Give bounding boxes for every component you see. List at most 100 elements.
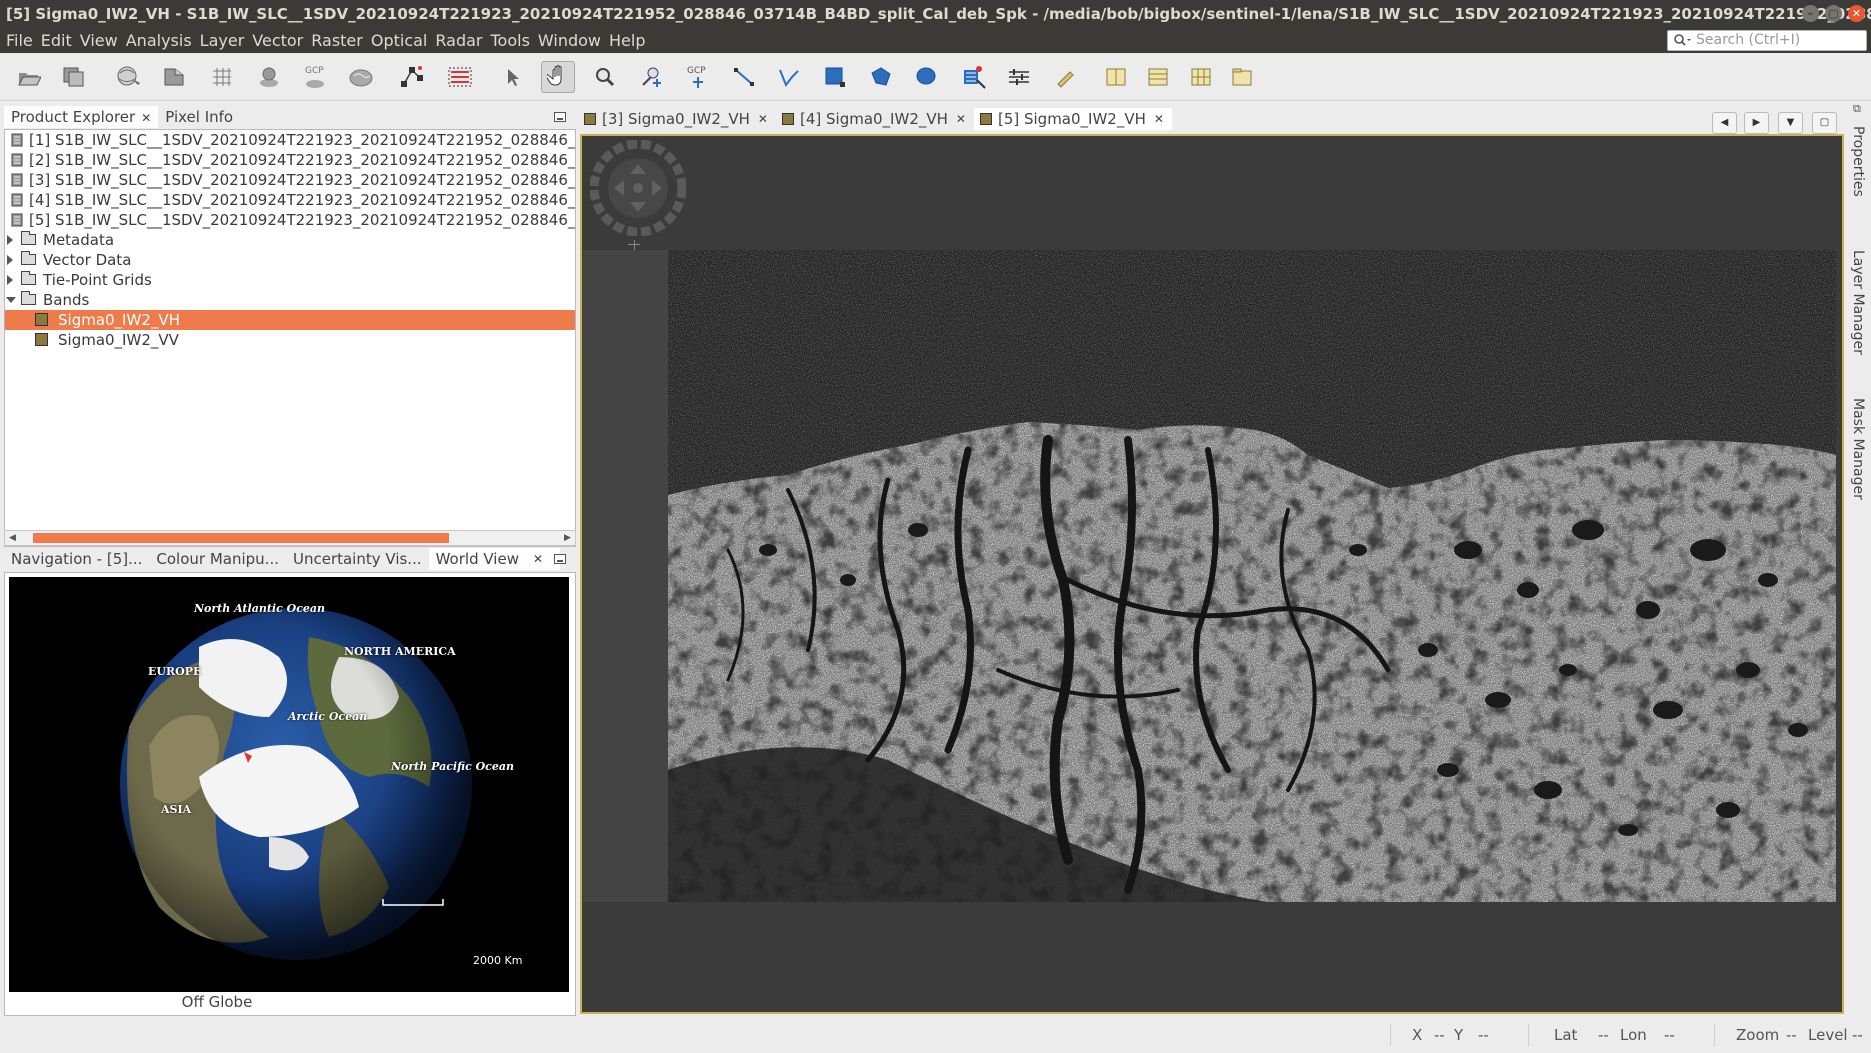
world-map-icon[interactable] [344,61,378,93]
product-icon [11,213,23,227]
tree-folder-metadata[interactable]: Metadata [5,230,575,250]
menu-vector[interactable]: Vector [250,28,309,53]
range-tool-icon[interactable] [1002,61,1036,93]
session-icon[interactable] [112,61,146,93]
pencil-icon[interactable] [1048,61,1082,93]
tree-product-2[interactable]: [2] S1B_IW_SLC__1SDV_20210924T221923_202… [5,150,575,170]
maximize-view-button[interactable]: ▢ [1812,112,1837,134]
tree-folder-tie-point-grids[interactable]: Tie-Point Grids [5,270,575,290]
menu-window[interactable]: Window [536,28,607,53]
tree-folder-bands[interactable]: Bands [5,290,575,310]
ellipse-drawing-icon[interactable] [910,61,944,93]
scroll-tabs-right-button[interactable]: ▶ [1744,112,1769,134]
minimize-panel-button[interactable] [554,554,566,564]
pan-tool-icon[interactable] [541,61,575,93]
gcp-icon[interactable]: GCP [298,61,332,93]
world-view-globe[interactable]: North Atlantic Ocean NORTH AMERICA EUROP… [9,577,569,992]
tab-list-dropdown-button[interactable]: ▼ [1778,112,1803,134]
rail-tab-mask-manager[interactable]: Mask Manager [1850,398,1866,500]
tile-vertical-icon[interactable] [1141,61,1175,93]
tab-uncertainty-visualisation[interactable]: Uncertainty Vis... [286,548,429,570]
status-lon-label: Lon [1620,1026,1647,1044]
tree-product-1[interactable]: [1] S1B_IW_SLC__1SDV_20210924T221923_202… [5,130,575,150]
expand-icon[interactable] [7,235,13,245]
scroll-left-icon[interactable]: ◀ [6,532,19,544]
scroll-tabs-left-button[interactable]: ◀ [1712,112,1737,134]
status-separator [1528,1024,1529,1046]
zoom-tool-icon[interactable] [588,61,622,93]
menu-optical[interactable]: Optical [369,28,434,53]
horizontal-scrollbar[interactable]: ◀ ▶ [4,530,576,546]
collapse-icon[interactable] [6,297,16,303]
tab-image-view-3[interactable]: [3] Sigma0_IW2_VH ✕ [578,108,776,130]
sar-image[interactable] [668,250,1836,902]
tree-band-sigma0-iw2-vv[interactable]: Sigma0_IW2_VV [5,330,575,350]
minimize-window-button[interactable]: – [1802,5,1819,22]
tree-product-3[interactable]: [3] S1B_IW_SLC__1SDV_20210924T221923_202… [5,170,575,190]
tree-product-label: [4] S1B_IW_SLC__1SDV_20210924T221923_202… [29,191,576,209]
tab-navigation[interactable]: Navigation - [5]... [4,548,149,570]
tree-band-sigma0-iw2-vh[interactable]: Sigma0_IW2_VH [5,310,575,330]
menu-tools[interactable]: Tools [488,28,535,53]
image-viewport[interactable] [580,134,1844,1014]
products-stack-icon[interactable] [157,61,191,93]
menu-radar[interactable]: Radar [433,28,488,53]
tab-world-view[interactable]: World View ✕ [428,548,560,570]
polyline-drawing-icon[interactable] [772,61,806,93]
menu-analysis[interactable]: Analysis [124,28,198,53]
scroll-right-icon[interactable]: ▶ [561,532,574,544]
expand-icon[interactable] [7,255,13,265]
tree-folder-vector-data[interactable]: Vector Data [5,250,575,270]
tile-floating-icon[interactable] [1225,61,1259,93]
tab-image-view-4[interactable]: [4] Sigma0_IW2_VH ✕ [776,108,974,130]
folder-icon [21,251,36,265]
menu-help[interactable]: Help [607,28,651,53]
scrollbar-thumb[interactable] [33,533,449,543]
select-tool-icon[interactable] [496,61,530,93]
save-product-icon[interactable] [57,61,91,93]
minimize-panel-button[interactable] [554,112,566,122]
rail-tab-properties[interactable]: Properties [1850,126,1866,197]
menu-bar: File Edit View Analysis Layer Vector Ras… [0,28,1871,53]
pins-icon[interactable] [252,61,286,93]
close-icon[interactable]: ✕ [956,108,966,130]
maximize-window-button[interactable]: ▢ [1825,5,1842,22]
tree-product-4[interactable]: [4] S1B_IW_SLC__1SDV_20210924T221923_202… [5,190,576,210]
tree-product-5[interactable]: [5] S1B_IW_SLC__1SDV_20210924T221923_202… [5,210,575,230]
close-window-button[interactable]: ✕ [1848,5,1865,22]
line-drawing-icon[interactable] [727,61,761,93]
sar-image-canvas [668,250,1836,902]
restore-window-icon[interactable]: ⧉ [1853,102,1861,116]
label-arctic-ocean: Arctic Ocean [288,710,368,723]
search-input[interactable]: Search (Ctrl+I) [1667,30,1867,51]
tab-uncertainty-label: Uncertainty Vis... [292,550,422,568]
close-icon[interactable]: ✕ [141,111,151,125]
folder-label: Bands [43,291,90,309]
tab-colour-manipulation[interactable]: Colour Manipu... [149,548,286,570]
close-icon[interactable]: ✕ [533,548,543,570]
polygon-drawing-icon[interactable] [864,61,898,93]
range-finder-icon[interactable] [395,61,429,93]
tab-image-view-5[interactable]: [5] Sigma0_IW2_VH ✕ [973,108,1172,130]
open-product-icon[interactable] [12,61,46,93]
expand-icon[interactable] [7,275,13,285]
pin-placing-icon[interactable] [634,61,668,93]
gcp-placing-icon[interactable]: GCP [681,61,715,93]
navigation-control-icon[interactable] [590,140,686,236]
menu-view[interactable]: View [78,28,124,53]
menu-raster[interactable]: Raster [309,28,369,53]
rail-tab-layer-manager[interactable]: Layer Manager [1850,250,1866,355]
tab-product-explorer[interactable]: Product Explorer ✕ [4,106,159,128]
magic-wand-icon[interactable] [957,61,991,93]
menu-file[interactable]: File [4,28,39,53]
roi-icon[interactable] [443,61,477,93]
tab-pixel-info[interactable]: Pixel Info [158,106,240,128]
tile-grid-icon[interactable] [1184,61,1218,93]
menu-layer[interactable]: Layer [198,28,251,53]
close-icon[interactable]: ✕ [758,108,768,130]
close-icon[interactable]: ✕ [1154,108,1164,130]
rectangle-drawing-icon[interactable] [818,61,852,93]
graticule-icon[interactable] [205,61,239,93]
tile-horizontal-icon[interactable] [1099,61,1133,93]
menu-edit[interactable]: Edit [39,28,78,53]
